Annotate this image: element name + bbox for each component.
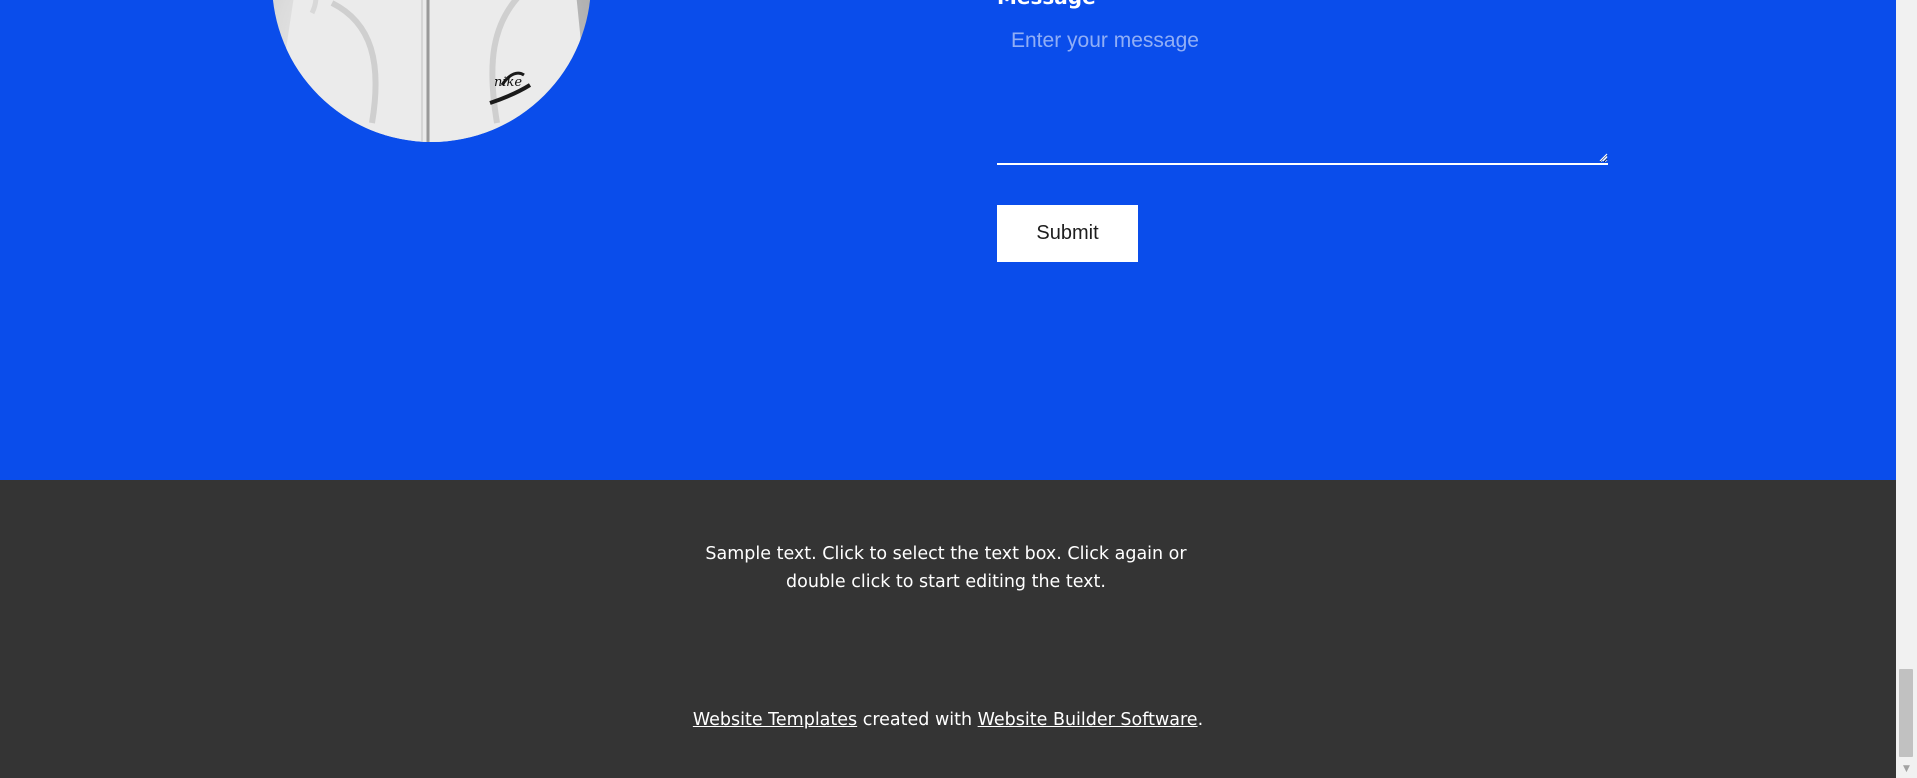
vertical-scrollbar[interactable]: ▼ [1896, 0, 1917, 778]
footer-credit: Website Templates created with Website B… [0, 706, 1896, 734]
profile-photo: nike [272, 0, 591, 142]
resize-grip-icon[interactable] [1599, 153, 1608, 162]
footer: Sample text. Click to select the text bo… [0, 480, 1896, 778]
nike-logo-text: nike [494, 75, 522, 90]
website-templates-link[interactable]: Website Templates [693, 710, 857, 730]
scroll-down-arrow-icon[interactable]: ▼ [1896, 760, 1917, 778]
credit-end-text: . [1197, 710, 1204, 730]
website-builder-software-link[interactable]: Website Builder Software [978, 710, 1198, 730]
message-textarea[interactable] [997, 22, 1608, 165]
page: nike Message Submit Sample text. Click t… [0, 0, 1896, 778]
message-label: Message [997, 0, 1096, 8]
credit-middle-text: created with [857, 710, 978, 730]
profile-photo-illustration: nike [272, 0, 591, 142]
contact-section: nike Message Submit [0, 0, 1896, 480]
submit-button[interactable]: Submit [997, 205, 1138, 262]
scrollbar-thumb[interactable] [1899, 669, 1913, 757]
footer-sample-text: Sample text. Click to select the text bo… [705, 544, 1187, 592]
